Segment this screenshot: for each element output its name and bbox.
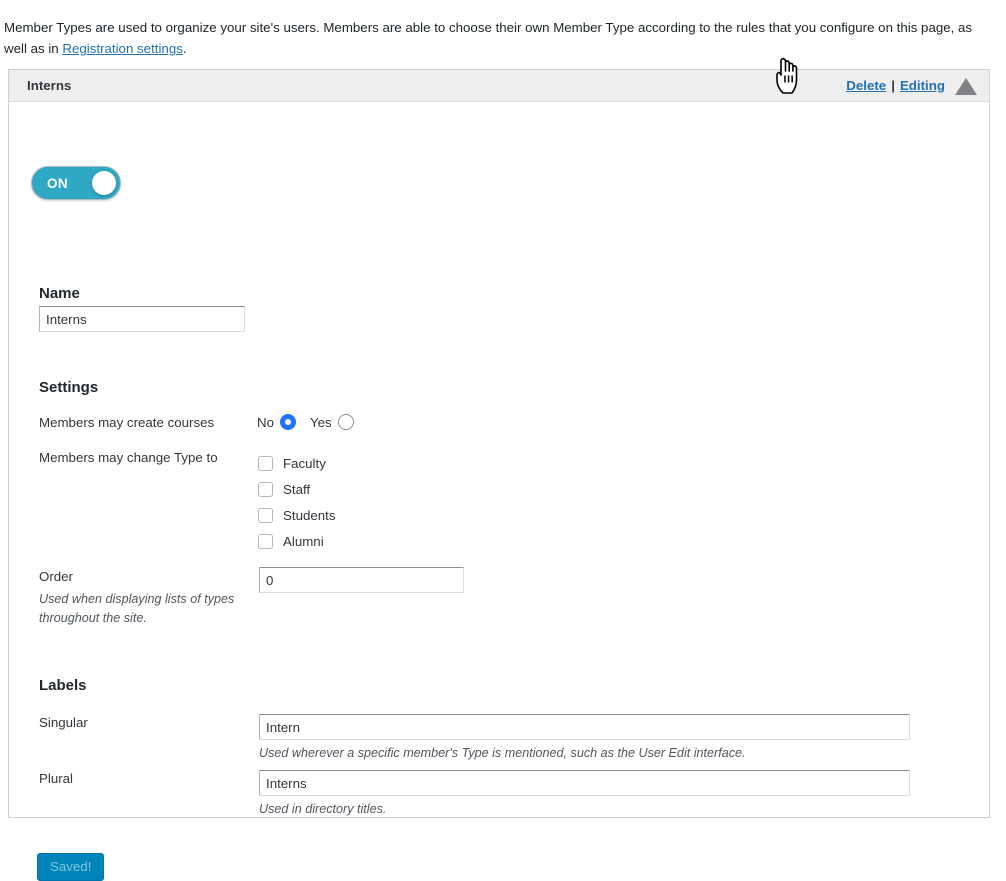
- checkbox-staff[interactable]: [258, 481, 273, 497]
- checkbox-faculty[interactable]: [258, 455, 273, 471]
- plural-help-text: Used in directory titles.: [259, 802, 387, 817]
- intro-paragraph: Member Types are used to organize your s…: [0, 13, 1006, 59]
- plural-label: Plural: [39, 771, 73, 787]
- checkbox-label-alumni: Alumni: [283, 533, 324, 549]
- checkbox-label-students: Students: [283, 507, 336, 523]
- labels-heading: Labels: [39, 677, 87, 695]
- name-input[interactable]: [39, 306, 245, 333]
- checkbox-row-staff[interactable]: Staff: [258, 476, 336, 502]
- singular-help-text: Used wherever a specific member's Type i…: [259, 746, 746, 761]
- order-label: Order: [39, 569, 73, 585]
- panel-body: ON Name Settings Members may create cour…: [9, 102, 989, 881]
- toggle-state-label: ON: [47, 175, 69, 191]
- plural-input[interactable]: [259, 770, 910, 797]
- singular-label: Singular: [39, 715, 88, 731]
- name-label: Name: [39, 285, 80, 303]
- checkbox-row-alumni[interactable]: Alumni: [258, 528, 336, 554]
- singular-input[interactable]: [259, 714, 910, 741]
- radio-no[interactable]: [280, 414, 296, 431]
- radio-label-no: No: [257, 414, 274, 430]
- checkbox-students[interactable]: [258, 507, 273, 523]
- order-input[interactable]: [259, 567, 464, 594]
- radio-label-yes: Yes: [310, 414, 332, 430]
- checkbox-label-staff: Staff: [283, 481, 311, 497]
- save-button[interactable]: Saved!: [37, 853, 105, 881]
- change-type-label: Members may change Type to: [39, 450, 218, 466]
- triangle-up-icon[interactable]: [955, 77, 977, 95]
- intro-text-after: .: [182, 41, 187, 57]
- checkbox-label-faculty: Faculty: [283, 455, 326, 471]
- create-courses-radio-group: No Yes: [257, 414, 354, 431]
- checkbox-row-students[interactable]: Students: [258, 502, 336, 528]
- panel-header: Interns Delete | Editing: [9, 70, 989, 103]
- panel-title: Interns: [27, 78, 72, 94]
- editing-link[interactable]: Editing: [900, 78, 945, 93]
- enable-type-toggle[interactable]: ON: [31, 166, 121, 201]
- settings-heading: Settings: [39, 379, 99, 397]
- radio-yes[interactable]: [337, 414, 354, 431]
- member-type-panel: Interns Delete | Editing ON Name Setting…: [8, 69, 990, 881]
- change-type-checkbox-group: Faculty Staff Students Alumni: [258, 450, 336, 554]
- registration-settings-link[interactable]: Registration settings: [62, 41, 182, 56]
- panel-header-actions: Delete | Editing: [846, 77, 977, 95]
- order-help-text: Used when displaying lists of types thro…: [39, 592, 235, 626]
- create-courses-label: Members may create courses: [39, 415, 215, 431]
- toggle-knob: [92, 171, 116, 196]
- delete-link[interactable]: Delete: [846, 78, 886, 93]
- action-separator: |: [891, 78, 895, 94]
- checkbox-alumni[interactable]: [258, 533, 273, 549]
- checkbox-row-faculty[interactable]: Faculty: [258, 450, 336, 476]
